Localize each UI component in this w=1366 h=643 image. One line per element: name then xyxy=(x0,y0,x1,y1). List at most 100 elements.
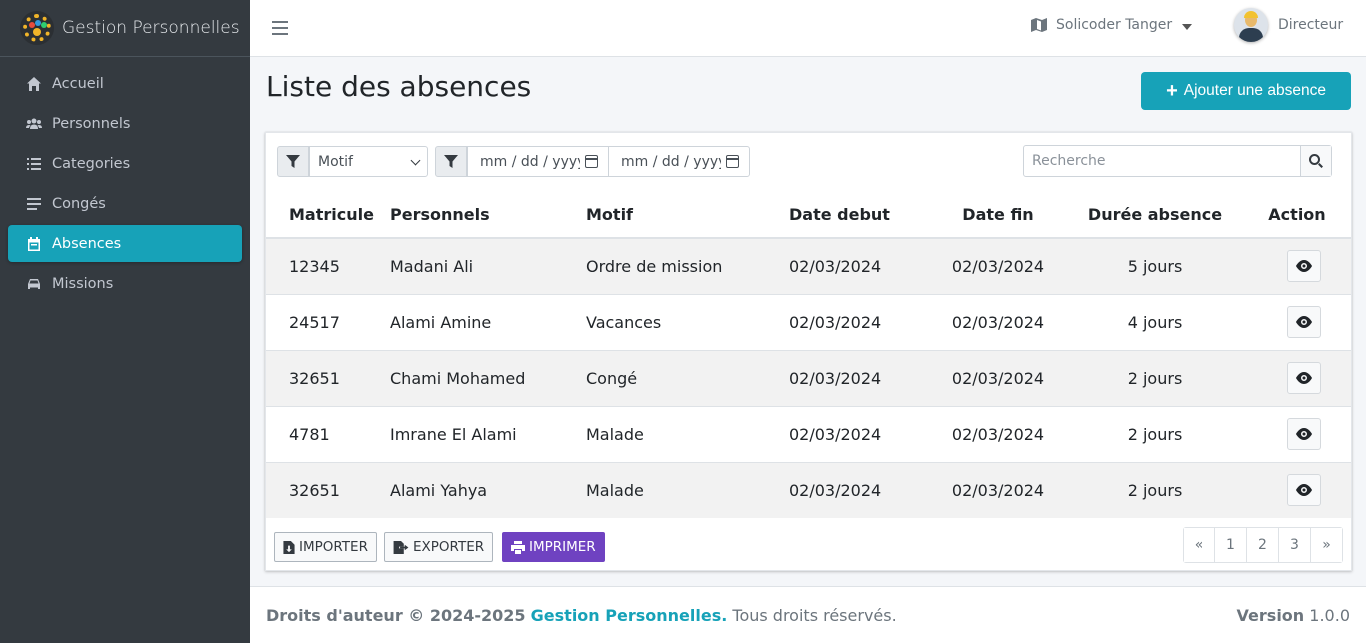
version-label: Version xyxy=(1236,606,1305,625)
eye-icon xyxy=(1296,428,1312,440)
cell-duree: 2 jours xyxy=(1067,461,1243,518)
sidebar-item-absences[interactable]: Absences xyxy=(8,225,242,262)
cell-motif: Malade xyxy=(586,405,789,462)
page-2[interactable]: 2 xyxy=(1246,528,1278,562)
view-button[interactable] xyxy=(1287,250,1321,283)
company-dropdown[interactable]: Solicoder Tanger xyxy=(1030,17,1193,33)
eye-icon xyxy=(1296,484,1312,497)
filters-bar: Motif mm / dd / yyyy mm / dd / yyyy xyxy=(266,133,1351,191)
view-button[interactable] xyxy=(1287,418,1321,450)
sidebar-item-label: Missions xyxy=(52,275,114,292)
footer-copyright: Droits d'auteur © 2024-2025 Gestion Pers… xyxy=(266,606,897,625)
column-header[interactable]: Personnels xyxy=(390,191,586,239)
column-header[interactable]: Matricule xyxy=(266,191,390,239)
column-header[interactable]: Date debut xyxy=(789,191,929,239)
footer: Droits d'auteur © 2024-2025 Gestion Pers… xyxy=(250,586,1366,643)
date-from-placeholder: mm / dd / yyyy xyxy=(480,153,580,170)
cell-date-debut: 02/03/2024 xyxy=(789,237,929,294)
cell-duree: 5 jours xyxy=(1067,237,1243,294)
menu-toggle-icon[interactable] xyxy=(272,21,288,35)
cell-motif: Malade xyxy=(586,461,789,518)
company-name: Solicoder Tanger xyxy=(1056,17,1173,33)
cell-personnel: Imrane El Alami xyxy=(390,405,586,462)
import-label: IMPORTER xyxy=(299,539,368,555)
cell-date-debut: 02/03/2024 xyxy=(789,405,929,462)
print-button[interactable]: IMPRIMER xyxy=(502,532,605,562)
motif-select[interactable]: Motif xyxy=(309,146,428,177)
list-icon xyxy=(24,156,44,172)
view-button[interactable] xyxy=(1287,362,1321,394)
column-header[interactable]: Motif xyxy=(586,191,789,239)
absences-card: Motif mm / dd / yyyy mm / dd / yyyy Matr… xyxy=(265,132,1352,571)
footer-brand-link[interactable]: Gestion Personnelles. xyxy=(531,606,728,625)
cell-duree: 4 jours xyxy=(1067,293,1243,350)
view-button[interactable] xyxy=(1287,306,1321,338)
brand[interactable]: Gestion Personnelles xyxy=(0,0,250,57)
search-icon xyxy=(1309,154,1323,168)
eye-icon xyxy=(1296,372,1312,384)
chevron-down-icon xyxy=(410,155,421,166)
pagination: « 1 2 3 » xyxy=(1183,527,1343,563)
cell-matricule: 4781 xyxy=(266,405,390,462)
sidebar-item-categories[interactable]: Categories xyxy=(8,145,242,182)
page-3[interactable]: 3 xyxy=(1278,528,1310,562)
filter-icon xyxy=(277,146,309,177)
file-import-icon xyxy=(283,540,295,554)
cell-personnel: Madani Ali xyxy=(390,237,586,294)
print-label: IMPRIMER xyxy=(529,539,596,555)
cell-personnel: Alami Amine xyxy=(390,293,586,350)
cell-date-fin: 02/03/2024 xyxy=(929,293,1067,350)
users-icon xyxy=(24,116,44,132)
footer-rights: Tous droits réservés. xyxy=(732,606,897,625)
sidebar-item-accueil[interactable]: Accueil xyxy=(8,65,242,102)
cell-action xyxy=(1243,237,1351,294)
chevron-down-icon xyxy=(1182,23,1193,30)
cell-motif: Vacances xyxy=(586,293,789,350)
column-header[interactable]: Date fin xyxy=(929,191,1067,239)
page-next[interactable]: » xyxy=(1310,528,1342,562)
sidebar-item-personnels[interactable]: Personnels xyxy=(8,105,242,142)
calendar-icon[interactable] xyxy=(585,155,598,168)
import-button[interactable]: IMPORTER xyxy=(274,532,377,562)
filter-icon xyxy=(435,146,467,177)
date-from-input[interactable]: mm / dd / yyyy xyxy=(467,146,609,177)
user-menu[interactable]: Directeur xyxy=(1234,8,1343,42)
search-input[interactable] xyxy=(1024,146,1300,176)
add-absence-button[interactable]: + Ajouter une absence xyxy=(1141,72,1351,110)
date-to-placeholder: mm / dd / yyyy xyxy=(621,153,721,170)
sidebar-item-missions[interactable]: Missions xyxy=(8,265,242,302)
plus-icon: + xyxy=(1166,80,1178,102)
home-icon xyxy=(24,76,44,92)
bars-icon xyxy=(24,196,44,212)
column-header[interactable]: Durée absence xyxy=(1067,191,1243,239)
page-1[interactable]: 1 xyxy=(1214,528,1246,562)
view-button[interactable] xyxy=(1287,474,1321,507)
absences-table: Matricule Personnels Motif Date debut Da… xyxy=(266,191,1351,518)
calendar-icon xyxy=(24,236,44,252)
cell-date-debut: 02/03/2024 xyxy=(789,349,929,406)
cell-date-fin: 02/03/2024 xyxy=(929,461,1067,518)
map-icon xyxy=(1031,18,1047,32)
footer-version: Version 1.0.0 xyxy=(1237,606,1350,625)
app-logo-icon xyxy=(20,11,54,45)
table-row: 32651 Chami Mohamed Congé 02/03/2024 02/… xyxy=(266,349,1351,406)
print-icon xyxy=(511,540,525,554)
page-title: Liste des absences xyxy=(266,70,532,103)
cell-action xyxy=(1243,293,1351,350)
table-header-row: Matricule Personnels Motif Date debut Da… xyxy=(266,191,1351,239)
copyright-text: Droits d'auteur © 2024-2025 xyxy=(266,606,526,625)
export-button[interactable]: EXPORTER xyxy=(384,532,494,562)
cell-action xyxy=(1243,461,1351,518)
sidebar-nav: Accueil Personnels Categories Congés Abs… xyxy=(0,57,250,313)
date-to-input[interactable]: mm / dd / yyyy xyxy=(608,146,750,177)
page-prev[interactable]: « xyxy=(1184,528,1214,562)
file-export-icon xyxy=(393,540,409,554)
sidebar-item-label: Categories xyxy=(52,155,131,172)
cell-date-fin: 02/03/2024 xyxy=(929,405,1067,462)
search-button[interactable] xyxy=(1300,146,1331,176)
cell-duree: 2 jours xyxy=(1067,405,1243,462)
sidebar-item-conges[interactable]: Congés xyxy=(8,185,242,222)
eye-icon xyxy=(1296,316,1312,328)
calendar-icon[interactable] xyxy=(726,155,739,168)
cell-matricule: 32651 xyxy=(266,349,390,406)
